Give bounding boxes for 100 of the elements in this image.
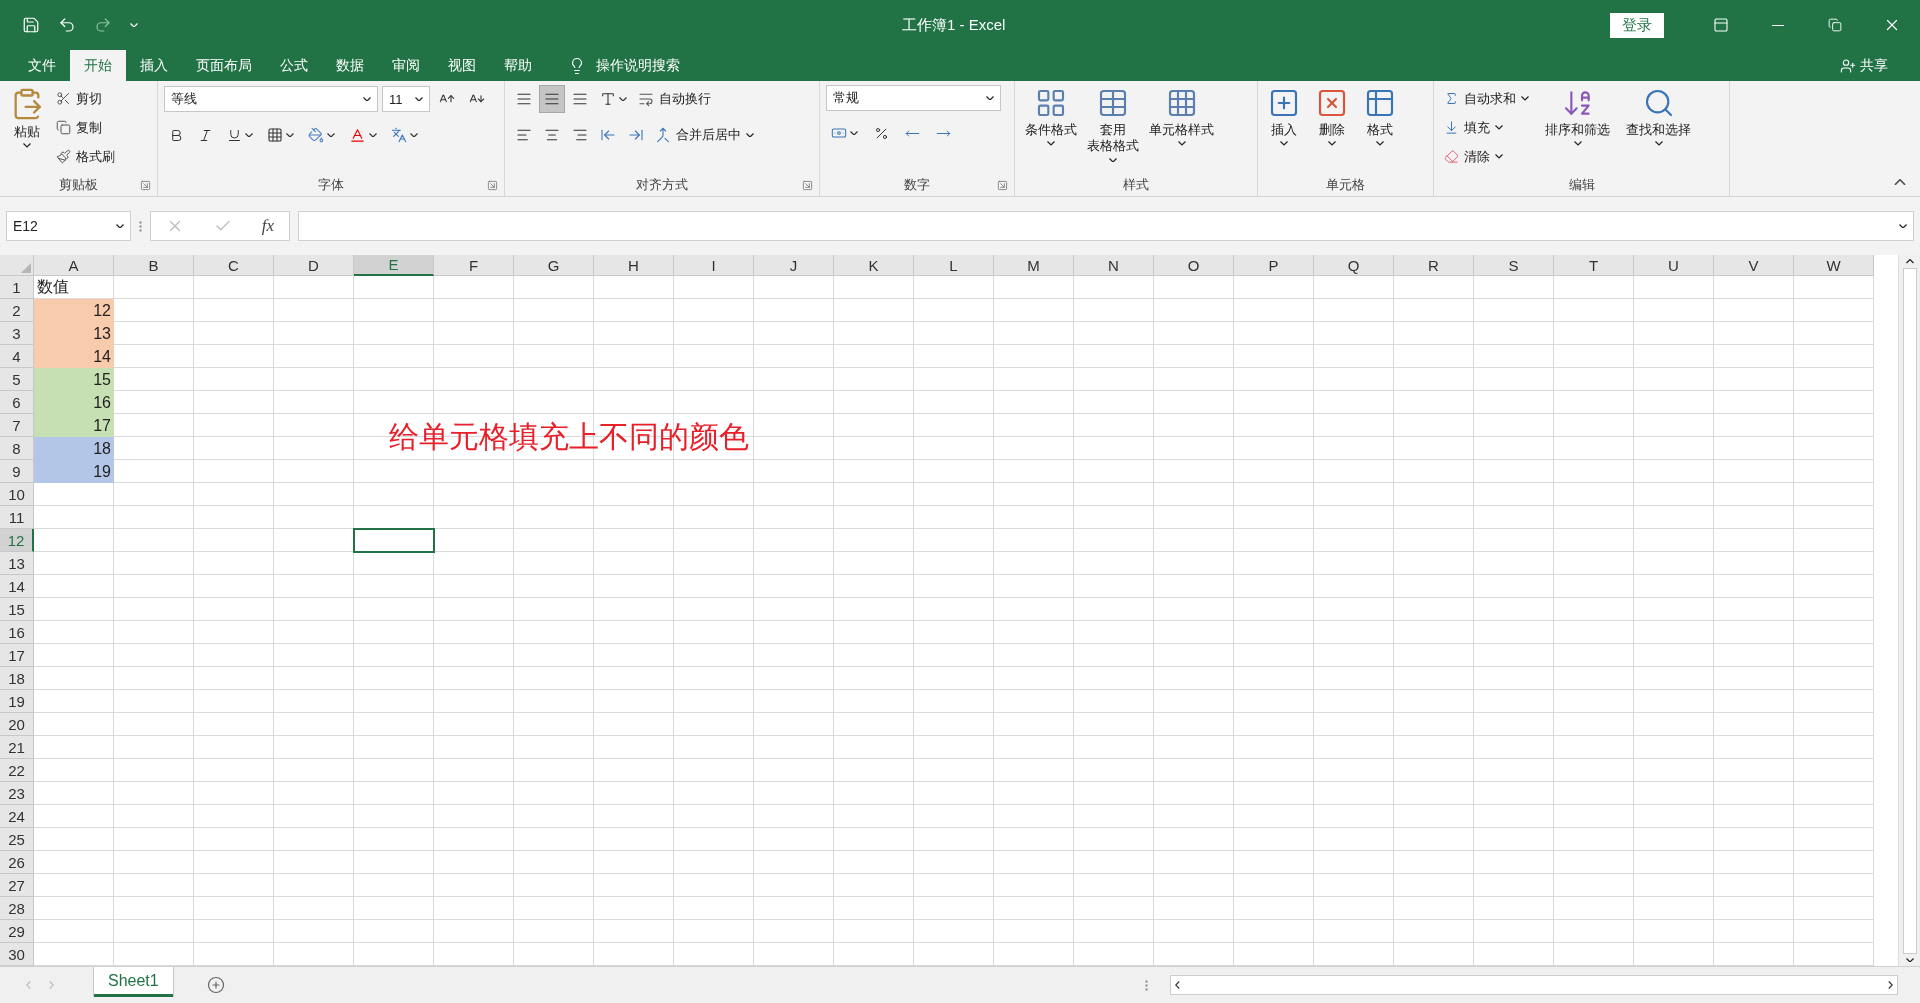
formula-input[interactable] [298, 211, 1914, 241]
column-header[interactable]: O [1154, 255, 1234, 276]
column-header[interactable]: Q [1314, 255, 1394, 276]
column-header[interactable]: J [754, 255, 834, 276]
row-header[interactable]: 4 [0, 345, 34, 368]
cells-button[interactable]: 格式 [1360, 85, 1400, 148]
row-header[interactable]: 8 [0, 437, 34, 460]
column-header[interactable]: E [354, 255, 434, 276]
column-header[interactable]: C [194, 255, 274, 276]
row-header[interactable]: 28 [0, 897, 34, 920]
row-header[interactable]: 17 [0, 644, 34, 667]
row-header[interactable]: 13 [0, 552, 34, 575]
cells-button[interactable]: 删除 [1312, 85, 1352, 148]
column-header[interactable]: L [914, 255, 994, 276]
merge-icon [655, 127, 671, 143]
caret-icon [746, 132, 754, 138]
clipboard-button[interactable]: 格式刷 [52, 143, 119, 170]
clipboard-button[interactable]: 复制 [52, 114, 119, 141]
ribbon-tab[interactable]: 页面布局 [182, 50, 266, 81]
editing-button[interactable]: 清除 [1440, 143, 1533, 170]
row-header[interactable]: 18 [0, 667, 34, 690]
row-header[interactable]: 12 [0, 529, 34, 552]
row-header[interactable]: 3 [0, 322, 34, 345]
font-size-field[interactable]: 11 [382, 86, 430, 112]
ribbon-tab[interactable]: 文件 [14, 50, 70, 81]
column-header[interactable]: N [1074, 255, 1154, 276]
row-header[interactable]: 22 [0, 759, 34, 782]
paste-button[interactable]: 粘贴 [6, 85, 48, 150]
column-header[interactable]: A [34, 255, 114, 276]
ribbon-tab[interactable]: 数据 [322, 50, 378, 81]
font-name-field[interactable]: 等线 [164, 86, 378, 112]
row-header[interactable]: 11 [0, 506, 34, 529]
tell-me-search[interactable]: 操作说明搜索 [562, 50, 686, 81]
row-header[interactable]: 26 [0, 851, 34, 874]
row-header[interactable]: 30 [0, 943, 34, 966]
vertical-align-button[interactable] [539, 85, 565, 113]
horizontal-scrollbar[interactable] [1170, 975, 1898, 995]
column-header[interactable]: I [674, 255, 754, 276]
column-header[interactable]: V [1714, 255, 1794, 276]
row-header[interactable]: 25 [0, 828, 34, 851]
column-header[interactable]: W [1794, 255, 1874, 276]
row-header[interactable]: 2 [0, 299, 34, 322]
ribbon-tab[interactable]: 帮助 [490, 50, 546, 81]
row-header[interactable]: 5 [0, 368, 34, 391]
column-header[interactable]: G [514, 255, 594, 276]
styles-button[interactable]: 条件格式 [1021, 85, 1081, 148]
sheet-tab[interactable]: Sheet1 [94, 967, 173, 997]
row-header[interactable]: 6 [0, 391, 34, 414]
column-header[interactable]: R [1394, 255, 1474, 276]
styles-button[interactable]: 套用 表格格式 [1083, 85, 1143, 164]
merge-button[interactable]: 合并后居中 [651, 121, 758, 149]
row-header[interactable]: 21 [0, 736, 34, 759]
row-header[interactable]: 9 [0, 460, 34, 483]
ribbon-tab[interactable]: 审阅 [378, 50, 434, 81]
column-header[interactable]: D [274, 255, 354, 276]
column-header[interactable]: P [1234, 255, 1314, 276]
row-header[interactable]: 24 [0, 805, 34, 828]
row-header[interactable]: 29 [0, 920, 34, 943]
row-header[interactable]: 14 [0, 575, 34, 598]
active-cell[interactable] [354, 529, 434, 552]
column-header[interactable]: F [434, 255, 514, 276]
name-box[interactable]: E12 [6, 211, 131, 241]
row-header[interactable]: 10 [0, 483, 34, 506]
vertical-scrollbar[interactable] [1898, 255, 1920, 966]
row-header[interactable]: 16 [0, 621, 34, 644]
column-header[interactable]: B [114, 255, 194, 276]
ribbon-tab[interactable]: 视图 [434, 50, 490, 81]
column-header[interactable]: H [594, 255, 674, 276]
wrap-text-button[interactable]: 自动换行 [634, 85, 715, 113]
clipboard-button[interactable]: 剪切 [52, 85, 119, 112]
ribbon-tab[interactable]: 开始 [70, 50, 126, 81]
share-button[interactable]: 共享 [1834, 50, 1894, 81]
paintbrush-icon [56, 149, 71, 164]
row-header[interactable]: 23 [0, 782, 34, 805]
cells-button[interactable]: 插入 [1264, 85, 1304, 148]
row-header[interactable]: 15 [0, 598, 34, 621]
row-header[interactable]: 27 [0, 874, 34, 897]
row-header[interactable]: 19 [0, 690, 34, 713]
styles-button[interactable]: 单元格样式 [1145, 85, 1218, 148]
editing-button[interactable]: 自动求和 [1440, 85, 1533, 112]
editing-button[interactable]: 填充 [1440, 114, 1533, 141]
table-cell: 14 [34, 345, 114, 368]
editing-big-button[interactable]: 排序和筛选 [1541, 85, 1614, 148]
column-header[interactable]: M [994, 255, 1074, 276]
scroll-down-icon [1905, 957, 1914, 962]
caret-icon [363, 96, 371, 102]
editing-big-button[interactable]: 查找和选择 [1622, 85, 1695, 148]
row-header[interactable]: 7 [0, 414, 34, 437]
column-header[interactable]: U [1634, 255, 1714, 276]
login-button[interactable]: 登录 [1610, 12, 1664, 38]
number-format-field[interactable]: 常规 [826, 85, 1001, 111]
column-header[interactable]: S [1474, 255, 1554, 276]
row-header[interactable]: 1 [0, 276, 34, 299]
caret-icon [23, 143, 31, 148]
row-header[interactable]: 20 [0, 713, 34, 736]
column-header[interactable]: T [1554, 255, 1634, 276]
ribbon-tab[interactable]: 公式 [266, 50, 322, 81]
column-header[interactable]: K [834, 255, 914, 276]
insert-function-button[interactable]: fx [261, 216, 275, 236]
ribbon-tab[interactable]: 插入 [126, 50, 182, 81]
